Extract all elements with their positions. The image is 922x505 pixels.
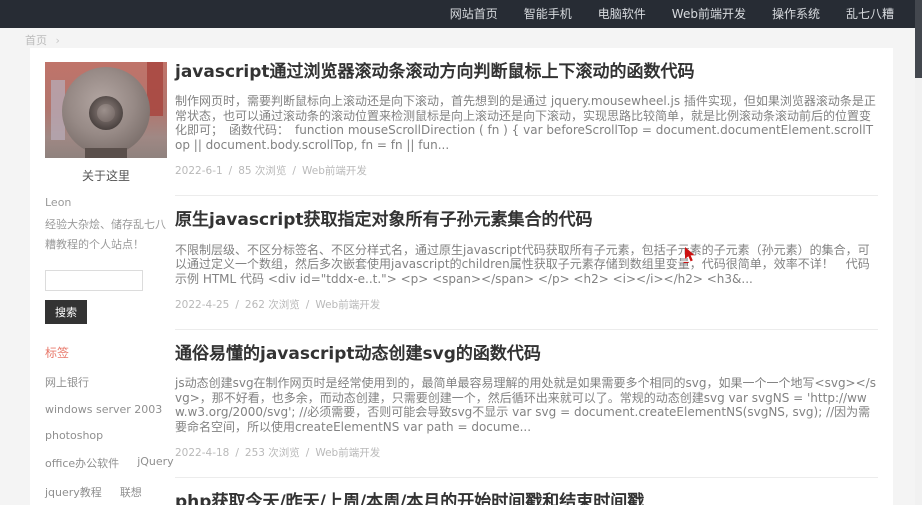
- nav-item-home[interactable]: 网站首页: [437, 0, 511, 28]
- page-scrollbar-thumb[interactable]: [915, 0, 922, 78]
- article-views: 253 次浏览: [245, 447, 300, 459]
- photo-pedestal: [85, 148, 127, 158]
- article-views: 262 次浏览: [245, 299, 300, 311]
- article-meta: 2022-6-1 / 85 次浏览 / Web前端开发: [175, 163, 878, 178]
- article-item: javascript通过浏览器滚动条滚动方向判断鼠标上下滚动的函数代码 制作网页…: [175, 48, 878, 196]
- meta-separator: /: [292, 165, 296, 177]
- about-caption: 关于这里: [45, 167, 167, 184]
- article-item: php获取今天/昨天/上周/本周/本月的开始时间戳和结束时间戳 一些网站常用的期…: [175, 478, 878, 505]
- red-cursor-artifact: [683, 246, 697, 264]
- content-card: 关于这里 Leon 经验大杂烩、储存乱七八糟教程的个人站点！ 搜索 标签 网上银…: [30, 48, 893, 505]
- tag-link[interactable]: jquery教程: [45, 484, 102, 500]
- meta-separator: /: [306, 447, 310, 459]
- nav-item-misc[interactable]: 乱七八糟: [833, 0, 907, 28]
- search-input[interactable]: [45, 270, 143, 291]
- tag-link[interactable]: office办公软件: [45, 455, 119, 471]
- article-meta: 2022-4-18 / 253 次浏览 / Web前端开发: [175, 445, 878, 460]
- breadcrumb-separator: ›: [56, 34, 60, 47]
- about-photo[interactable]: [45, 62, 167, 158]
- article-date: 2022-4-18: [175, 447, 229, 459]
- article-excerpt: js动态创建svg在制作网页时是经常使用到的，最简单最容易理解的用处就是如果需要…: [175, 376, 878, 434]
- article-views: 85 次浏览: [238, 165, 286, 177]
- top-navigation: 网站首页 智能手机 电脑软件 Web前端开发 操作系统 乱七八糟: [0, 0, 915, 28]
- article-title-link[interactable]: php获取今天/昨天/上周/本周/本月的开始时间戳和结束时间戳: [175, 492, 878, 505]
- photo-stone-hub: [97, 104, 115, 122]
- article-title-link[interactable]: 原生javascript获取指定对象所有子孙元素集合的代码: [175, 210, 878, 231]
- tag-link[interactable]: 联想: [120, 484, 142, 500]
- tag-link[interactable]: photoshop: [45, 429, 103, 442]
- tag-link[interactable]: jQuery: [137, 455, 174, 471]
- meta-separator: /: [229, 165, 233, 177]
- article-category-link[interactable]: Web前端开发: [315, 447, 380, 459]
- tag-link[interactable]: 网上银行: [45, 374, 89, 390]
- author-bio: 经验大杂烩、储存乱七八糟教程的个人站点！: [45, 215, 167, 256]
- article-date: 2022-4-25: [175, 299, 229, 311]
- meta-separator: /: [235, 447, 239, 459]
- article-list: javascript通过浏览器滚动条滚动方向判断鼠标上下滚动的函数代码 制作网页…: [175, 48, 878, 505]
- tag-link[interactable]: windows server 2003: [45, 403, 162, 416]
- article-item: 原生javascript获取指定对象所有子孙元素集合的代码 不限制层级、不区分标…: [175, 196, 878, 330]
- nav-item-os[interactable]: 操作系统: [759, 0, 833, 28]
- nav-item-software[interactable]: 电脑软件: [585, 0, 659, 28]
- article-item: 通俗易懂的javascript动态创建svg的函数代码 js动态创建svg在制作…: [175, 330, 878, 478]
- nav-item-web-frontend[interactable]: Web前端开发: [659, 0, 759, 28]
- article-category-link[interactable]: Web前端开发: [315, 299, 380, 311]
- meta-separator: /: [306, 299, 310, 311]
- sidebar: 关于这里 Leon 经验大杂烩、储存乱七八糟教程的个人站点！ 搜索 标签 网上银…: [45, 62, 167, 505]
- article-title-link[interactable]: 通俗易懂的javascript动态创建svg的函数代码: [175, 344, 878, 365]
- breadcrumb: 首页 ›: [25, 32, 60, 48]
- search-button[interactable]: 搜索: [45, 300, 87, 324]
- article-excerpt: 制作网页时，需要判断鼠标向上滚动还是向下滚动，首先想到的是通过 jquery.m…: [175, 94, 878, 152]
- article-meta: 2022-4-25 / 262 次浏览 / Web前端开发: [175, 297, 878, 312]
- tags-heading: 标签: [45, 344, 167, 361]
- article-date: 2022-6-1: [175, 165, 223, 177]
- author-name: Leon: [45, 196, 167, 209]
- breadcrumb-home-link[interactable]: 首页: [25, 34, 47, 47]
- article-title-link[interactable]: javascript通过浏览器滚动条滚动方向判断鼠标上下滚动的函数代码: [175, 62, 878, 83]
- article-category-link[interactable]: Web前端开发: [302, 165, 367, 177]
- article-excerpt: 不限制层级、不区分标签名、不区分样式名，通过原生javascript代码获取所有…: [175, 243, 878, 287]
- meta-separator: /: [235, 299, 239, 311]
- nav-item-smartphone[interactable]: 智能手机: [511, 0, 585, 28]
